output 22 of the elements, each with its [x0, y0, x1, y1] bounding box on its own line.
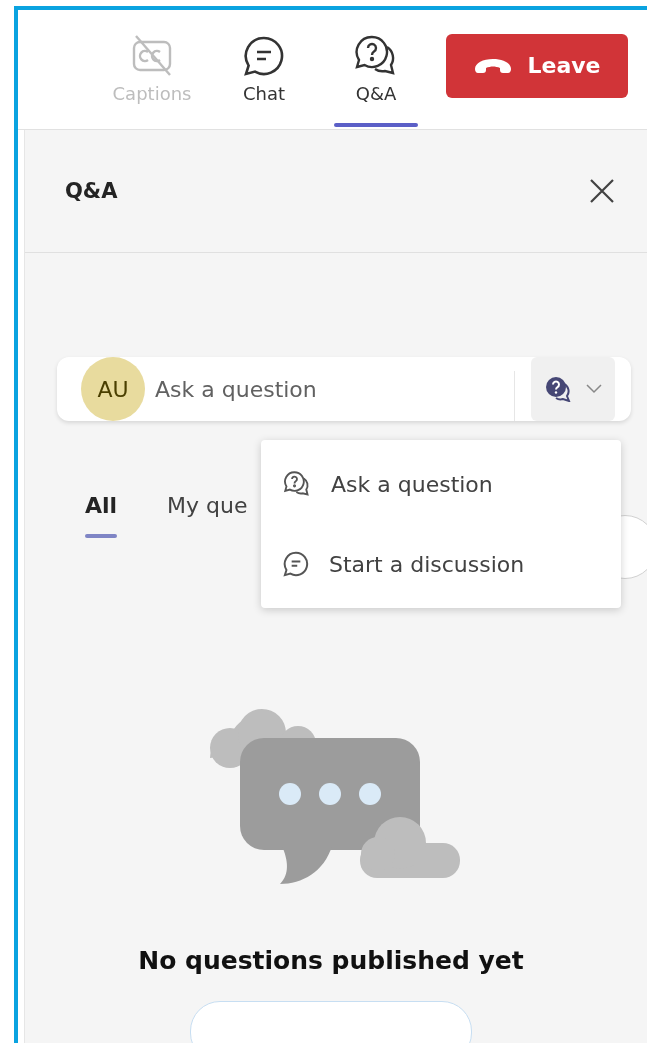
chat-icon: [283, 551, 309, 577]
question-input[interactable]: Ask a question: [153, 368, 514, 410]
toolbar-tab[interactable]: Q&A: [320, 9, 432, 130]
menu-item[interactable]: Ask a question: [261, 444, 621, 524]
phone-hang-up-icon: [473, 56, 514, 75]
question-field[interactable]: AU Ask a question: [57, 357, 631, 421]
user-avatar: AU: [81, 357, 145, 421]
post-type-dropdown[interactable]: [531, 357, 615, 421]
chevron-down-icon: [586, 384, 602, 394]
panel-title: Q&A: [65, 179, 118, 203]
question-chat-icon: [544, 376, 572, 402]
chat-icon: [243, 35, 285, 77]
menu-item[interactable]: Start a discussion: [261, 524, 621, 604]
leave-button[interactable]: Leave: [446, 33, 628, 98]
toolbar-tab[interactable]: Chat: [208, 9, 320, 130]
empty-state-title: No questions published yet: [138, 946, 524, 975]
filter-tab[interactable]: My que: [167, 481, 248, 538]
question-chat-icon: [283, 471, 311, 497]
captions-off-icon: [130, 35, 174, 77]
close-icon: [589, 178, 615, 204]
question-chat-icon: [354, 35, 398, 77]
filter-tab[interactable]: All: [85, 481, 118, 538]
